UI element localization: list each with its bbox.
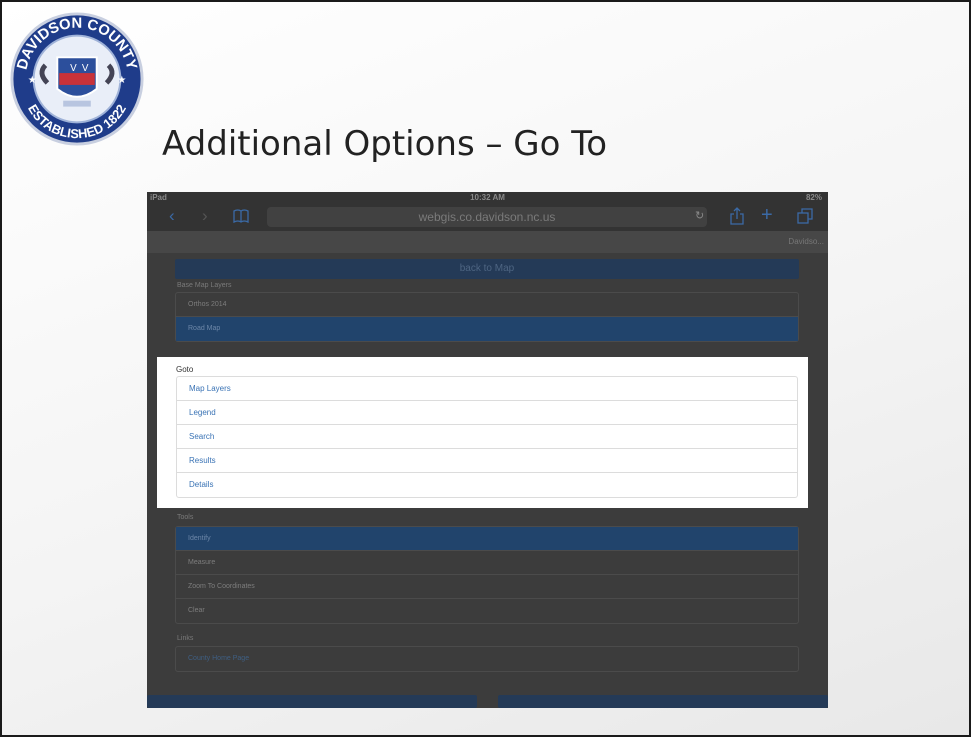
share-icon[interactable] [730, 207, 744, 225]
base-map-item-road-map[interactable]: Road Map [176, 317, 798, 341]
bottom-right-button[interactable] [498, 695, 828, 708]
goto-item-legend[interactable]: Legend [177, 401, 797, 425]
base-map-list: Orthos 2014 Road Map [175, 292, 799, 342]
goto-item-results[interactable]: Results [177, 449, 797, 473]
goto-item-details[interactable]: Details [177, 473, 797, 497]
svg-text:★: ★ [28, 75, 37, 86]
slide-title: Additional Options – Go To [162, 124, 608, 164]
goto-panel: Goto Map Layers Legend Search Results De… [157, 357, 808, 508]
bookmarks-icon[interactable] [233, 209, 249, 223]
url-field[interactable]: webgis.co.davidson.nc.us [267, 207, 707, 227]
links-list: County Home Page [175, 646, 799, 672]
goto-label: Goto [176, 365, 194, 374]
tools-label: Tools [177, 514, 194, 521]
svg-text:V: V [82, 63, 89, 74]
tab-strip: Davidso... [147, 231, 828, 253]
slide: DAVIDSON COUNTY ESTABLISHED 1822 ★ ★ V V… [0, 0, 971, 737]
reload-icon[interactable]: ↻ [695, 209, 704, 222]
svg-text:★: ★ [117, 75, 126, 86]
status-time: 10:32 AM [470, 193, 505, 202]
tabs-icon[interactable] [797, 208, 813, 224]
battery-level: 82% [805, 193, 822, 202]
back-arrow-icon[interactable]: ‹ [169, 206, 175, 226]
tool-identify[interactable]: Identify [176, 527, 798, 551]
add-tab-icon[interactable]: + [761, 204, 773, 227]
status-bar: iPad 10:32 AM 82% [147, 192, 828, 203]
links-label: Links [177, 635, 194, 642]
tools-list: Identify Measure Zoom To Coordinates Cle… [175, 526, 799, 624]
tab-davidson[interactable]: Davidso... [788, 237, 824, 246]
bottom-left-button[interactable] [147, 695, 477, 708]
svg-text:V: V [70, 63, 77, 74]
browser-toolbar: ‹ › webgis.co.davidson.nc.us ↻ + [147, 203, 828, 231]
url-text: webgis.co.davidson.nc.us [418, 210, 556, 224]
goto-item-map-layers[interactable]: Map Layers [177, 377, 797, 401]
forward-arrow-icon[interactable]: › [202, 206, 208, 226]
base-map-label: Base Map Layers [177, 282, 232, 289]
goto-item-search[interactable]: Search [177, 425, 797, 449]
back-to-map-button[interactable]: back to Map [175, 259, 799, 279]
base-map-item-orthos[interactable]: Orthos 2014 [176, 293, 798, 317]
goto-list: Map Layers Legend Search Results Details [176, 376, 798, 498]
tool-measure[interactable]: Measure [176, 551, 798, 575]
tool-clear[interactable]: Clear [176, 599, 798, 623]
tool-zoom-to-coordinates[interactable]: Zoom To Coordinates [176, 575, 798, 599]
link-county-home-page[interactable]: County Home Page [176, 647, 798, 671]
county-seal-logo: DAVIDSON COUNTY ESTABLISHED 1822 ★ ★ V V [10, 12, 144, 146]
